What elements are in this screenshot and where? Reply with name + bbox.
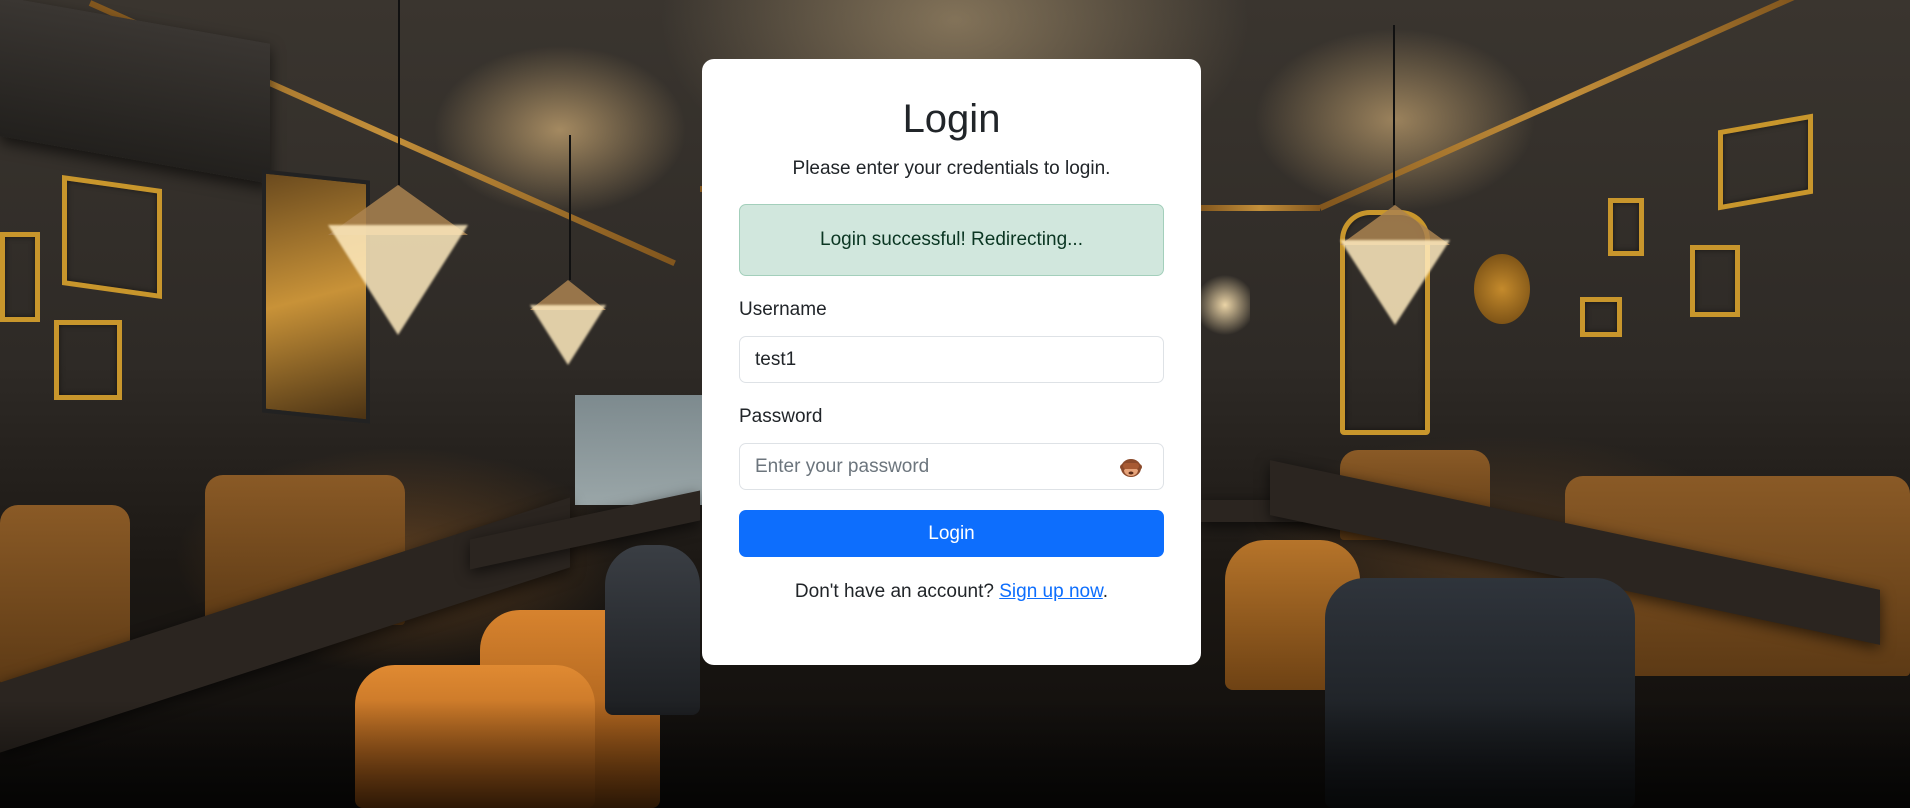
username-label: Username xyxy=(739,299,827,320)
username-field-wrapper xyxy=(739,336,1164,383)
login-card: Login Please enter your credentials to l… xyxy=(702,59,1201,665)
login-subtitle: Please enter your credentials to login. xyxy=(792,158,1111,179)
signup-suffix: . xyxy=(1102,581,1109,602)
signup-prompt-text: Don't have an account? xyxy=(794,581,994,602)
page-title: Login xyxy=(902,97,1001,141)
password-input[interactable] xyxy=(740,444,1115,489)
password-label: Password xyxy=(739,406,823,427)
password-field-wrapper xyxy=(739,443,1164,490)
signup-prompt-line: Don't have an account? Sign up now. xyxy=(702,581,1201,603)
username-input[interactable] xyxy=(740,337,1115,382)
login-button[interactable]: Login xyxy=(739,510,1164,557)
success-alert-text: Login successful! Redirecting... xyxy=(820,229,1083,250)
success-alert: Login successful! Redirecting... xyxy=(739,204,1164,276)
signup-link[interactable]: Sign up now xyxy=(999,581,1103,602)
see-no-evil-monkey-icon[interactable] xyxy=(1119,455,1143,479)
